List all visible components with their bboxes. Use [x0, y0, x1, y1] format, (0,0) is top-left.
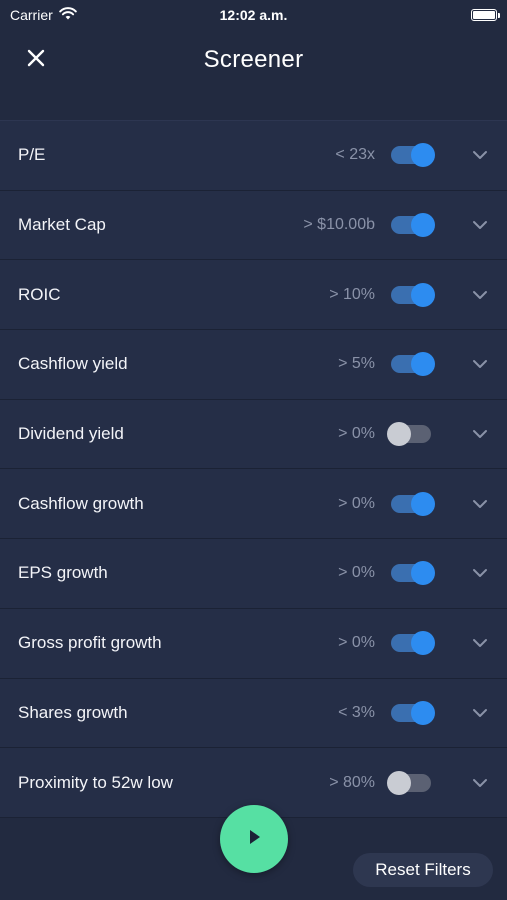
chevron-down-icon[interactable] [471, 564, 489, 582]
filter-value: > 5% [338, 355, 375, 373]
run-screener-button[interactable] [220, 805, 288, 873]
toggle-knob [411, 700, 435, 725]
filter-label: P/E [18, 145, 46, 165]
toggle-knob [387, 422, 411, 447]
filter-toggle[interactable] [391, 631, 435, 656]
battery-icon [471, 9, 500, 21]
filter-toggle[interactable] [391, 700, 435, 725]
filter-toggle[interactable] [387, 770, 431, 795]
chevron-down-icon[interactable] [471, 355, 489, 373]
filter-value: > $10.00b [303, 216, 375, 234]
filter-list: P/E < 23x Market Cap > $10.00b ROIC > 10% Cash… [0, 120, 507, 818]
filter-value: > 0% [338, 425, 375, 443]
close-icon [26, 48, 46, 73]
reset-filters-button[interactable]: Reset Filters [353, 853, 493, 887]
filter-label: Shares growth [18, 702, 128, 722]
filter-value: > 10% [329, 285, 375, 303]
wifi-icon [58, 7, 77, 23]
filter-row[interactable]: Cashflow yield > 5% [0, 330, 507, 400]
chevron-down-icon[interactable] [471, 216, 489, 234]
filter-row[interactable]: Gross profit growth > 0% [0, 609, 507, 679]
filter-toggle[interactable] [391, 213, 435, 238]
chevron-down-icon[interactable] [471, 774, 489, 792]
toggle-knob [411, 631, 435, 656]
filter-label: ROIC [18, 284, 61, 304]
carrier-label: Carrier [10, 7, 53, 23]
filter-toggle[interactable] [391, 282, 435, 307]
toggle-knob [387, 770, 411, 795]
filter-value: > 80% [329, 773, 375, 791]
filter-value: < 23x [335, 146, 375, 164]
filter-label: Cashflow growth [18, 493, 144, 513]
filter-value: > 0% [338, 494, 375, 512]
header: Screener [0, 30, 507, 90]
filter-row[interactable]: EPS growth > 0% [0, 539, 507, 609]
filter-row[interactable]: P/E < 23x [0, 121, 507, 191]
filter-value: < 3% [338, 703, 375, 721]
page-title: Screener [203, 46, 304, 73]
status-left: Carrier [10, 7, 77, 23]
chevron-down-icon[interactable] [471, 146, 489, 164]
chevron-down-icon[interactable] [471, 425, 489, 443]
filter-row[interactable]: Shares growth < 3% [0, 679, 507, 749]
toggle-knob [411, 561, 435, 586]
filter-row[interactable]: Cashflow growth > 0% [0, 469, 507, 540]
chevron-down-icon[interactable] [471, 286, 489, 304]
filter-label: Cashflow yield [18, 354, 128, 374]
toggle-knob [411, 143, 435, 168]
close-button[interactable] [20, 44, 52, 76]
status-bar: Carrier 12:02 a.m. [0, 0, 507, 30]
filter-toggle[interactable] [391, 491, 435, 516]
filter-toggle[interactable] [391, 143, 435, 168]
filter-row[interactable]: Market Cap > $10.00b [0, 191, 507, 261]
filter-value: > 0% [338, 564, 375, 582]
filter-label: Market Cap [18, 215, 106, 235]
play-icon [245, 828, 263, 851]
filter-label: Dividend yield [18, 424, 124, 444]
filter-label: Gross profit growth [18, 633, 162, 653]
toggle-knob [411, 282, 435, 307]
filter-toggle[interactable] [391, 352, 435, 377]
toggle-knob [411, 352, 435, 377]
chevron-down-icon[interactable] [471, 704, 489, 722]
filter-value: > 0% [338, 634, 375, 652]
chevron-down-icon[interactable] [471, 634, 489, 652]
toggle-knob [411, 491, 435, 516]
chevron-down-icon[interactable] [471, 495, 489, 513]
filter-label: EPS growth [18, 563, 108, 583]
filter-toggle[interactable] [387, 422, 431, 447]
toggle-knob [411, 213, 435, 238]
filter-row[interactable]: Dividend yield > 0% [0, 400, 507, 470]
filter-label: Proximity to 52w low [18, 772, 173, 792]
filter-row[interactable]: ROIC > 10% [0, 260, 507, 331]
filter-toggle[interactable] [391, 561, 435, 586]
